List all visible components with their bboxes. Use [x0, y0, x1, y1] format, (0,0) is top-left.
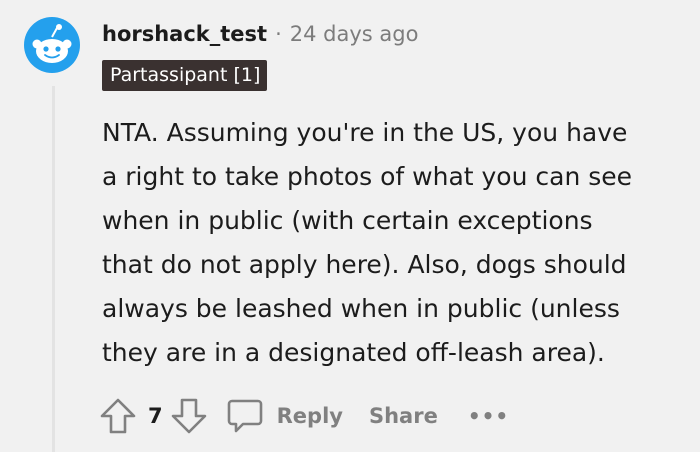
comment-body-line: NTA. Assuming you're in the US, you have — [102, 118, 628, 147]
user-flair: Partassipant [1] — [102, 60, 268, 91]
more-options-button[interactable]: ••• — [468, 404, 509, 428]
comment-body: NTA. Assuming you're in the US, you have… — [102, 111, 692, 375]
upvote-arrow-icon — [100, 398, 136, 434]
comment: horshack_test · 24 days ago Partassipant… — [0, 0, 700, 452]
comment-body-line: that do not apply here). Also, dogs shou… — [102, 250, 627, 279]
username-link[interactable]: horshack_test — [102, 22, 267, 46]
comment-body-line: they are in a designated off-leash area)… — [102, 338, 605, 367]
user-avatar[interactable] — [24, 17, 80, 73]
share-button[interactable]: Share — [369, 404, 438, 428]
reply-button[interactable]: Reply — [225, 396, 343, 436]
upvote-button[interactable] — [98, 396, 138, 436]
thread-line[interactable] — [52, 86, 55, 452]
reply-label: Reply — [276, 404, 343, 428]
comment-body-line: when in public (with certain exceptions — [102, 206, 593, 235]
vote-count: 7 — [148, 404, 163, 428]
comment-body-line: a right to take photos of what you can s… — [102, 162, 633, 191]
comment-timestamp[interactable]: 24 days ago — [290, 22, 419, 46]
speech-bubble-icon — [227, 399, 262, 433]
comment-actions: 7 Reply Share ••• — [98, 392, 509, 440]
downvote-button[interactable] — [169, 396, 209, 436]
meta-separator: · — [275, 22, 282, 46]
snoo-avatar-icon — [24, 17, 80, 73]
downvote-arrow-icon — [171, 398, 206, 434]
comment-body-line: always be leashed when in public (unless — [102, 294, 620, 323]
comment-meta: horshack_test · 24 days ago — [102, 18, 418, 50]
